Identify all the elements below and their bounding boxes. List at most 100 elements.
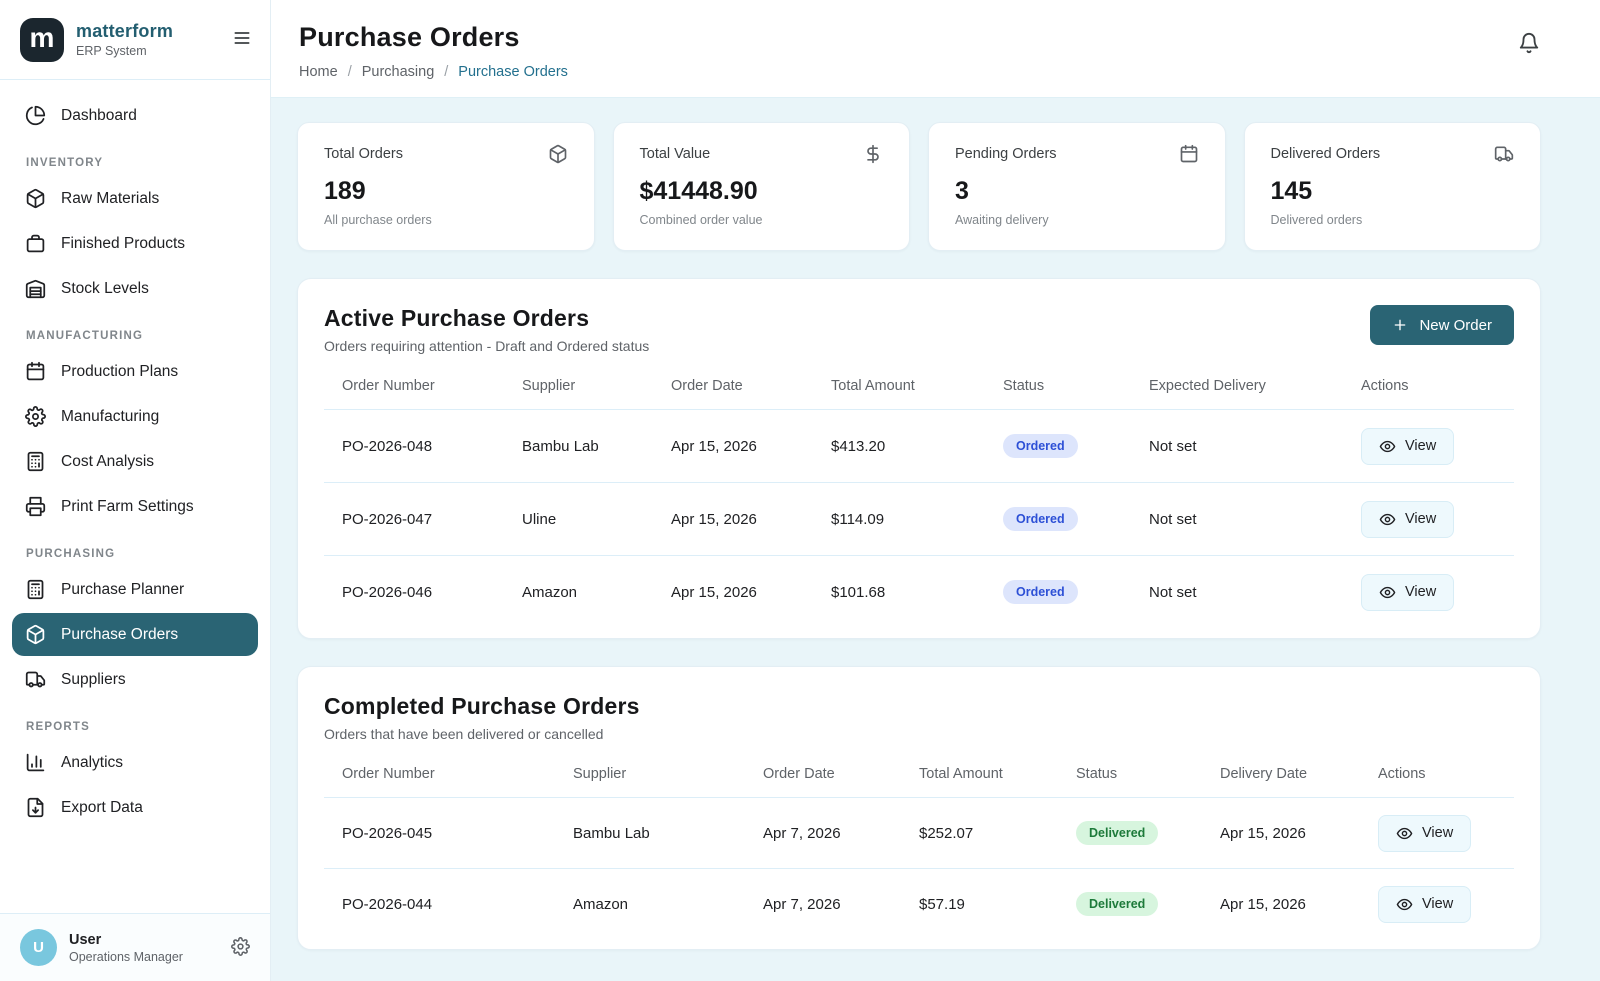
column-header: Supplier <box>573 766 763 782</box>
sidebar-item-cost-analysis[interactable]: Cost Analysis <box>12 440 258 483</box>
sidebar-item-label: Manufacturing <box>61 408 159 426</box>
cell-total-amount: $413.20 <box>831 438 1003 455</box>
sidebar-item-label: Analytics <box>61 754 123 772</box>
cell-order-date: Apr 15, 2026 <box>671 511 831 528</box>
eye-icon <box>1379 438 1396 455</box>
cell-total-amount: $101.68 <box>831 584 1003 601</box>
cell-expected-delivery: Not set <box>1149 584 1361 601</box>
avatar: U <box>20 929 57 966</box>
sidebar-item-analytics[interactable]: Analytics <box>12 741 258 784</box>
cell-total-amount: $252.07 <box>919 825 1076 842</box>
column-header: Total Amount <box>919 766 1076 782</box>
stat-value: $41448.90 <box>640 177 884 206</box>
table-body: PO-2026-045 Bambu Lab Apr 7, 2026 $252.0… <box>324 797 1514 939</box>
truck-icon <box>25 669 46 690</box>
view-button[interactable]: View <box>1378 886 1471 923</box>
table-row: PO-2026-044 Amazon Apr 7, 2026 $57.19 De… <box>324 868 1514 939</box>
new-order-button[interactable]: New Order <box>1370 305 1514 345</box>
view-button[interactable]: View <box>1361 501 1454 538</box>
sidebar-toggle-button[interactable] <box>232 28 252 51</box>
nav-section: INVENTORY Raw Materials Finished Product… <box>12 157 258 310</box>
nav-section-label: REPORTS <box>26 721 244 733</box>
cell-total-amount: $114.09 <box>831 511 1003 528</box>
gear-icon <box>25 406 46 427</box>
page-header: Purchase Orders Home / Purchasing / Purc… <box>271 0 1600 98</box>
user-settings-button[interactable] <box>231 937 250 959</box>
dollar-icon <box>863 144 883 164</box>
column-header: Order Date <box>671 378 831 394</box>
status-badge: Delivered <box>1076 821 1158 845</box>
sidebar-item-print-farm-settings[interactable]: Print Farm Settings <box>12 485 258 528</box>
sidebar-item-label: Suppliers <box>61 671 126 689</box>
sidebar-item-manufacturing[interactable]: Manufacturing <box>12 395 258 438</box>
breadcrumb-purchasing[interactable]: Purchasing <box>362 64 435 80</box>
active-orders-panel: Active Purchase Orders Orders requiring … <box>297 278 1541 639</box>
table-header-row: Order Number Supplier Order Date Total A… <box>324 378 1514 409</box>
nav-section-label: MANUFACTURING <box>26 330 244 342</box>
cell-delivery-date: Apr 15, 2026 <box>1220 825 1378 842</box>
calculator-icon <box>25 579 46 600</box>
column-header: Total Amount <box>831 378 1003 394</box>
column-header: Status <box>1076 766 1220 782</box>
stat-caption: All purchase orders <box>324 213 568 227</box>
stat-label: Total Orders <box>324 146 403 162</box>
sidebar: m matterform ERP System Dashboard INVENT… <box>0 0 271 981</box>
brand-subtitle: ERP System <box>76 44 173 58</box>
nav-section-label: INVENTORY <box>26 157 244 169</box>
breadcrumb: Home / Purchasing / Purchase Orders <box>299 64 568 80</box>
sidebar-item-label: Production Plans <box>61 363 178 381</box>
calculator-icon <box>25 451 46 472</box>
stat-card-total-value: Total Value $41448.90 Combined order val… <box>613 122 911 251</box>
sidebar-item-label: Stock Levels <box>61 280 149 298</box>
completed-orders-subtitle: Orders that have been delivered or cance… <box>324 726 640 742</box>
view-button[interactable]: View <box>1378 815 1471 852</box>
breadcrumb-separator: / <box>444 64 448 80</box>
brand-name: matterform <box>76 21 173 42</box>
printer-icon <box>25 496 46 517</box>
notifications-button[interactable] <box>1518 32 1540 57</box>
status-badge: Ordered <box>1003 580 1078 604</box>
nav-section: Dashboard <box>12 94 258 137</box>
sidebar-item-purchase-orders[interactable]: Purchase Orders <box>12 613 258 656</box>
brand-logo: m <box>20 18 64 62</box>
breadcrumb-home[interactable]: Home <box>299 64 338 80</box>
column-header: Delivery Date <box>1220 766 1378 782</box>
completed-orders-title: Completed Purchase Orders <box>324 693 640 720</box>
sidebar-item-stock-levels[interactable]: Stock Levels <box>12 267 258 310</box>
table-body: PO-2026-048 Bambu Lab Apr 15, 2026 $413.… <box>324 409 1514 628</box>
stat-value: 189 <box>324 177 568 206</box>
sidebar-item-raw-materials[interactable]: Raw Materials <box>12 177 258 220</box>
cell-delivery-date: Apr 15, 2026 <box>1220 896 1378 913</box>
sidebar-item-label: Purchase Orders <box>61 626 178 644</box>
cell-order-date: Apr 7, 2026 <box>763 825 919 842</box>
stat-caption: Awaiting delivery <box>955 213 1199 227</box>
stat-card-delivered-orders: Delivered Orders 145 Delivered orders <box>1244 122 1542 251</box>
plus-icon <box>1392 317 1408 333</box>
sidebar-item-label: Finished Products <box>61 235 185 253</box>
sidebar-item-purchase-planner[interactable]: Purchase Planner <box>12 568 258 611</box>
stat-label: Total Value <box>640 146 711 162</box>
stat-caption: Delivered orders <box>1271 213 1515 227</box>
sidebar-item-dashboard[interactable]: Dashboard <box>12 94 258 137</box>
stat-label: Delivered Orders <box>1271 146 1381 162</box>
file-down-icon <box>25 797 46 818</box>
stat-value: 3 <box>955 177 1199 206</box>
stat-label: Pending Orders <box>955 146 1057 162</box>
sidebar-item-production-plans[interactable]: Production Plans <box>12 350 258 393</box>
sidebar-item-export-data[interactable]: Export Data <box>12 786 258 829</box>
eye-icon <box>1379 584 1396 601</box>
sidebar-item-suppliers[interactable]: Suppliers <box>12 658 258 701</box>
nav-section: PURCHASING Purchase Planner Purchase Ord… <box>12 548 258 701</box>
cell-order-number: PO-2026-048 <box>342 438 522 455</box>
view-button[interactable]: View <box>1361 428 1454 465</box>
page-content: Total Orders 189 All purchase orders Tot… <box>271 98 1600 981</box>
sidebar-nav: Dashboard INVENTORY Raw Materials Finish… <box>0 80 270 913</box>
user-footer[interactable]: U User Operations Manager <box>0 913 270 981</box>
column-header: Expected Delivery <box>1149 378 1361 394</box>
column-header: Order Number <box>342 766 573 782</box>
cell-supplier: Bambu Lab <box>573 825 763 842</box>
sidebar-item-finished-products[interactable]: Finished Products <box>12 222 258 265</box>
view-button[interactable]: View <box>1361 574 1454 611</box>
eye-icon <box>1396 825 1413 842</box>
active-orders-table: Order Number Supplier Order Date Total A… <box>324 378 1514 628</box>
